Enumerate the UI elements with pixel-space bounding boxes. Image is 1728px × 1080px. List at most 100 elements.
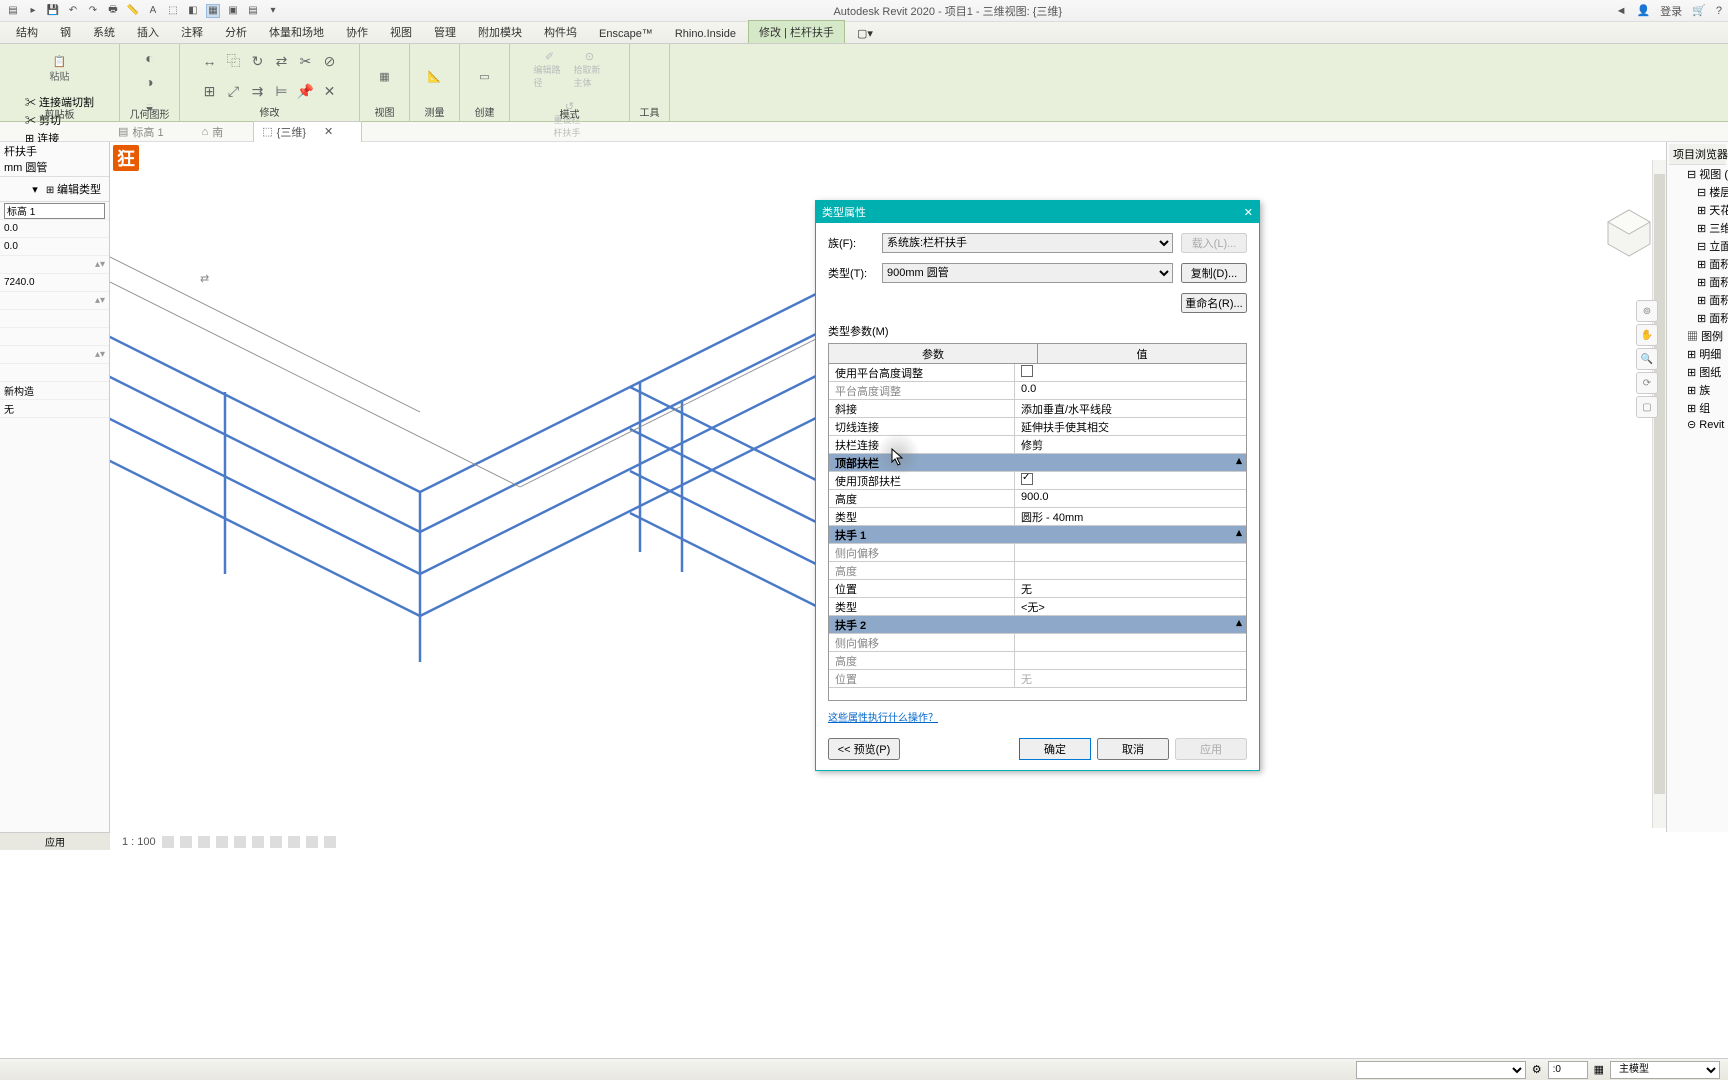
properties-apply-button[interactable]: 应用	[0, 832, 110, 850]
tree-views[interactable]: ⊟ 视图 (	[1669, 165, 1726, 183]
qat-measure-icon[interactable]: 📏	[126, 4, 140, 18]
tab-collapse-icon[interactable]: ▢▾	[847, 24, 883, 43]
delete-icon[interactable]: ✕	[320, 81, 340, 101]
status-icon-2[interactable]: ▦	[1594, 1063, 1604, 1076]
pos-value[interactable]: 无	[1015, 580, 1246, 597]
qat-home-icon[interactable]: ▤	[6, 4, 20, 18]
tab-analyze[interactable]: 分析	[215, 21, 257, 43]
type-select[interactable]: 900mm 圆管	[882, 263, 1173, 283]
rail-conn-value[interactable]: 修剪	[1015, 436, 1246, 453]
status-model-select[interactable]: 主模型	[1610, 1061, 1720, 1079]
tree-sheets[interactable]: ⊞ 图纸	[1669, 363, 1726, 381]
cart-icon[interactable]: 🛒	[1692, 4, 1706, 17]
tree-area3[interactable]: ⊞ 面积	[1669, 291, 1726, 309]
tree-3d[interactable]: ⊞ 三维	[1669, 219, 1726, 237]
qat-text-icon[interactable]: A	[146, 4, 160, 18]
tab-view[interactable]: 视图	[380, 21, 422, 43]
tree-legend[interactable]: ▦ 图例	[1669, 327, 1726, 345]
tab-modify-railing[interactable]: 修改 | 栏杆扶手	[748, 20, 845, 43]
section-top-rail[interactable]: 顶部扶栏	[829, 454, 1232, 471]
scale-icon[interactable]: ⤢	[224, 81, 244, 101]
tree-schedule[interactable]: ⊞ 明细	[1669, 345, 1726, 363]
none-row[interactable]: 无	[0, 400, 109, 418]
qat-save-icon[interactable]: 💾	[46, 4, 60, 18]
h3-value[interactable]	[1015, 652, 1246, 669]
tab-goujianwu[interactable]: 构件坞	[534, 21, 587, 43]
apply-button[interactable]: 应用	[1175, 738, 1247, 760]
crop-icon[interactable]	[252, 836, 264, 848]
spinner-3[interactable]: ▴▾	[0, 346, 109, 364]
scale-label[interactable]: 1 : 100	[122, 836, 156, 848]
doc-tab-level1[interactable]: ▤标高 1	[110, 122, 192, 142]
lock-3d-icon[interactable]	[288, 836, 300, 848]
offset-row-1[interactable]: 0.0	[0, 220, 109, 238]
qat-thin-icon[interactable]: ▦	[206, 4, 220, 18]
lateral-value[interactable]	[1015, 544, 1246, 561]
copy-icon[interactable]: ⿻	[224, 51, 244, 71]
tree-elevation[interactable]: ⊟ 立面	[1669, 237, 1726, 255]
dropdown-icon[interactable]: ▾	[32, 183, 38, 196]
landing-h-value[interactable]: 0.0	[1015, 382, 1246, 399]
crop-region-icon[interactable]	[270, 836, 282, 848]
qat-redo-icon[interactable]: ↷	[86, 4, 100, 18]
dialog-close-button[interactable]: ✕	[1244, 206, 1253, 219]
tree-area4[interactable]: ⊞ 面积	[1669, 309, 1726, 327]
info-icon[interactable]: ◄	[1616, 5, 1627, 17]
tree-ceiling[interactable]: ⊞ 天花	[1669, 201, 1726, 219]
type-selector[interactable]: 杆扶手 mm 圆管	[0, 142, 109, 176]
ok-button[interactable]: 确定	[1019, 738, 1091, 760]
rename-button[interactable]: 重命名(R)...	[1181, 293, 1247, 313]
load-button[interactable]: 载入(L)...	[1181, 233, 1247, 253]
use-landing-checkbox[interactable]	[1021, 365, 1033, 377]
view-icon[interactable]: ▦	[369, 55, 401, 97]
geom-icon-1[interactable]: ◐	[140, 48, 160, 68]
tab-steel[interactable]: 钢	[50, 21, 81, 43]
length-row[interactable]: 7240.0	[0, 274, 109, 292]
align-icon[interactable]: ⊨	[272, 81, 292, 101]
tree-families[interactable]: ⊞ 族	[1669, 381, 1726, 399]
doc-tab-3d[interactable]: ⬚{三维}✕	[253, 121, 362, 143]
height-value[interactable]: 900.0	[1015, 490, 1246, 507]
view-cube[interactable]	[1600, 204, 1658, 262]
tree-groups[interactable]: ⊞ 组	[1669, 399, 1726, 417]
tree-floorplan[interactable]: ⊟ 楼层	[1669, 183, 1726, 201]
edit-path-button[interactable]: ✐编辑路径	[534, 48, 566, 90]
help-link[interactable]: 这些属性执行什么操作？	[828, 709, 938, 724]
spinner-1[interactable]: ▴▾	[0, 256, 109, 274]
qat-print-icon[interactable]: 🖶	[106, 4, 120, 18]
tab-annotate[interactable]: 注释	[171, 21, 213, 43]
level-input[interactable]	[4, 203, 105, 219]
nav-wheel-icon[interactable]: ⊚	[1636, 300, 1658, 322]
nav-zoom-icon[interactable]: 🔍	[1636, 348, 1658, 370]
mirror-icon[interactable]: ⇄	[272, 51, 292, 71]
move-icon[interactable]: ↔	[200, 51, 220, 71]
cancel-button[interactable]: 取消	[1097, 738, 1169, 760]
geom-icon-2[interactable]: ◑	[140, 72, 160, 92]
pos2-value[interactable]: 无	[1015, 670, 1246, 687]
tree-links[interactable]: ⊝ Revit	[1669, 417, 1726, 432]
paste-button[interactable]: 📋粘贴	[44, 48, 76, 90]
tab-rhino[interactable]: Rhino.Inside	[665, 25, 746, 43]
qat-open-icon[interactable]: ▸	[26, 4, 40, 18]
array-icon[interactable]: ⊞	[200, 81, 220, 101]
qat-switch-icon[interactable]: ▤	[246, 4, 260, 18]
qat-section-icon[interactable]: ◧	[186, 4, 200, 18]
qat-3d-icon[interactable]: ⬚	[166, 4, 180, 18]
create-icon[interactable]: ▭	[469, 55, 501, 97]
edit-type-button[interactable]: ⊞ 编辑类型	[42, 179, 105, 199]
shadows-icon[interactable]	[216, 836, 228, 848]
tab-collaborate[interactable]: 协作	[336, 21, 378, 43]
doc-tab-south[interactable]: ⌂南	[194, 122, 252, 142]
measure-icon[interactable]: 📐	[419, 55, 451, 97]
tab-insert[interactable]: 插入	[127, 21, 169, 43]
lateral2-value[interactable]	[1015, 634, 1246, 651]
status-icon-1[interactable]: ⚙	[1532, 1063, 1542, 1076]
preview-button[interactable]: << 预览(P)	[828, 738, 900, 760]
type2-value[interactable]: <无>	[1015, 598, 1246, 615]
rendering-icon[interactable]	[234, 836, 246, 848]
help-icon[interactable]: ?	[1716, 5, 1722, 17]
section-hand2[interactable]: 扶手 2	[829, 616, 1232, 633]
sun-path-icon[interactable]	[198, 836, 210, 848]
tangent-value[interactable]: 延伸扶手使其相交	[1015, 418, 1246, 435]
angled-value[interactable]: 添加垂直/水平线段	[1015, 400, 1246, 417]
